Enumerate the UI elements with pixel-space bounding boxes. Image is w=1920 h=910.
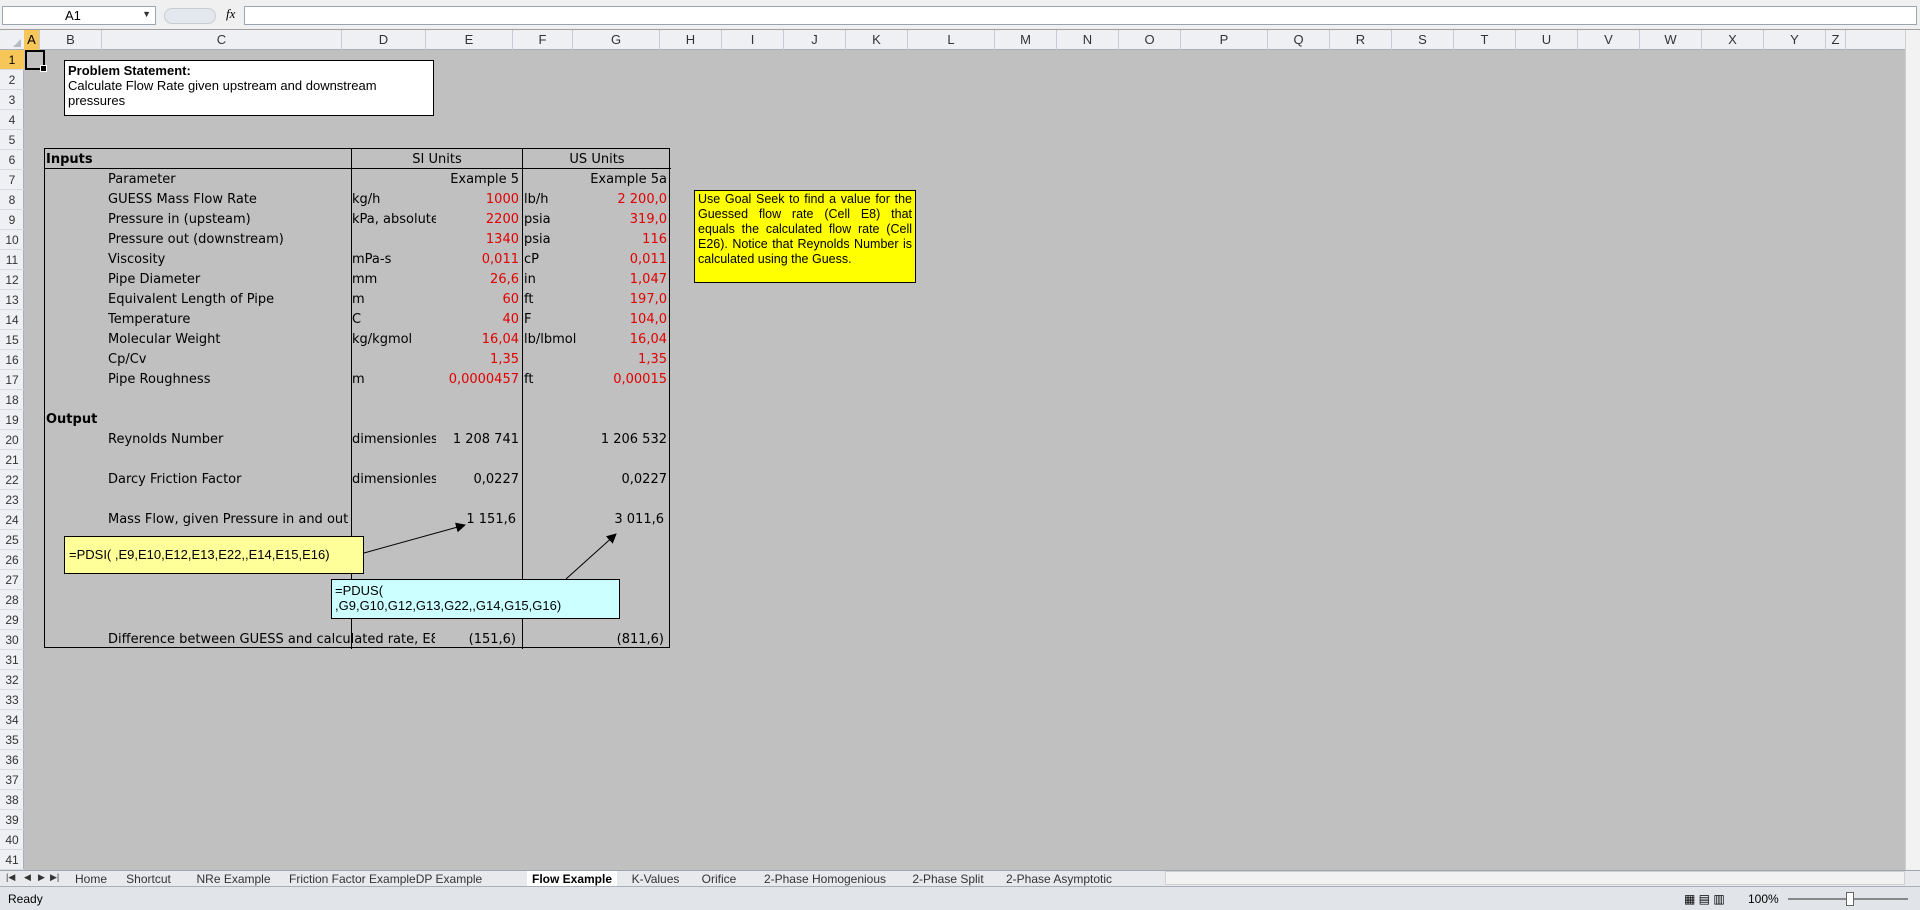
pdsi-formula-callout[interactable]: =PDSI( ,E9,E10,E12,E13,E22,,E14,E15,E16) — [64, 536, 364, 574]
view-buttons[interactable]: ▦ ▤ ▥ — [1684, 892, 1725, 906]
zoom-slider-handle[interactable] — [1846, 892, 1854, 906]
next-sheet-icon[interactable]: ▶ — [38, 872, 45, 883]
last-sheet-icon[interactable]: ▶| — [50, 872, 59, 883]
tab-2-phase-homogenious[interactable]: 2-Phase Homogenious — [757, 871, 893, 887]
pdus-arrow — [565, 533, 617, 580]
tab-orifice[interactable]: Orifice — [696, 871, 742, 887]
prev-sheet-icon[interactable]: ◀ — [24, 872, 31, 883]
status-ready: Ready — [8, 892, 43, 906]
status-bar: Ready ▦ ▤ ▥ 100% — [0, 886, 1920, 910]
callout-arrows — [363, 522, 617, 580]
pdus-line-1: =PDUS( — [335, 583, 384, 598]
pdus-formula-callout[interactable]: =PDUS( ,G9,G10,G12,G13,G22,,G14,G15,G16) — [331, 579, 620, 619]
pdsi-arrow — [363, 522, 466, 554]
zoom-level[interactable]: 100% — [1748, 892, 1779, 906]
first-sheet-icon[interactable]: |◀ — [6, 872, 15, 883]
tab-flow-example[interactable]: Flow Example — [527, 871, 617, 887]
tab-nre-example[interactable]: NRe Example — [191, 871, 276, 887]
tab-2-phase-asymptotic[interactable]: 2-Phase Asymptotic — [1004, 871, 1114, 887]
tab-dp-example[interactable]: DP Example — [413, 871, 485, 887]
tab-friction-factor-example[interactable]: Friction Factor Example — [289, 871, 416, 887]
tab-shortcut[interactable]: Shortcut — [120, 871, 177, 887]
pdus-line-2: ,G9,G10,G12,G13,G22,,G14,G15,G16) — [335, 598, 562, 613]
tab-home[interactable]: Home — [70, 871, 112, 887]
tab-k-values[interactable]: K-Values — [628, 871, 683, 887]
horizontal-scrollbar[interactable] — [1165, 871, 1905, 885]
tab-2-phase-split[interactable]: 2-Phase Split — [905, 871, 991, 887]
